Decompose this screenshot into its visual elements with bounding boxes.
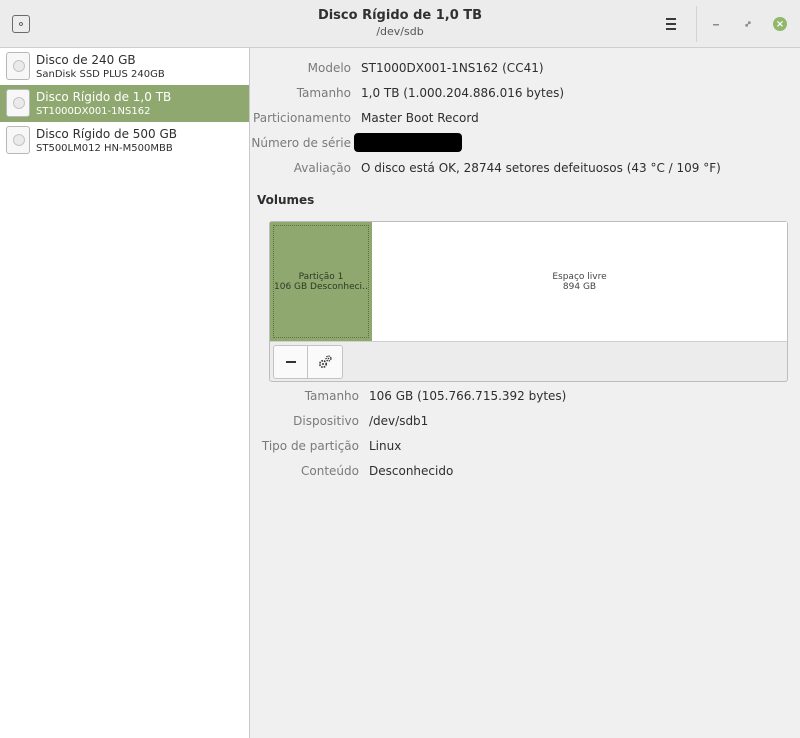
- serial-label: Número de série: [251, 136, 351, 150]
- remove-partition-button[interactable]: [273, 345, 308, 379]
- title-area: Disco Rígido de 1,0 TB /dev/sdb: [250, 8, 550, 38]
- disk-list: Disco de 240 GB SanDisk SSD PLUS 240GB D…: [0, 48, 250, 738]
- partition-type-label: Tipo de partição: [261, 439, 359, 453]
- disk-drive-icon: [6, 89, 30, 117]
- minimize-icon: [713, 24, 719, 26]
- partition-name: Partição 1: [298, 271, 344, 282]
- header-separator: [696, 6, 697, 42]
- close-button[interactable]: ×: [772, 16, 788, 32]
- assessment-value: O disco está OK, 28744 setores defeituos…: [361, 161, 721, 175]
- partition-size-value: 106 GB (105.766.715.392 bytes): [369, 389, 567, 403]
- device-value: /dev/sdb1: [369, 414, 429, 428]
- free-space-size: 894 GB: [562, 281, 597, 292]
- header-bar: ⚬ Disco Rígido de 1,0 TB /dev/sdb ×: [0, 0, 800, 48]
- gears-icon: [318, 355, 332, 369]
- size-value: 1,0 TB (1.000.204.886.016 bytes): [361, 86, 565, 100]
- menu-button[interactable]: [660, 14, 682, 34]
- maximize-button[interactable]: [740, 16, 756, 32]
- disk-item-1tb[interactable]: Disco Rígido de 1,0 TB ST1000DX001-1NS16…: [0, 85, 249, 122]
- minus-icon: [285, 361, 296, 363]
- hamburger-icon: [666, 18, 676, 20]
- disk-drive-icon: [6, 52, 30, 80]
- size-label: Tamanho: [296, 86, 351, 100]
- volume-map: Partição 1 106 GB Desconheci… Espaço liv…: [269, 221, 788, 382]
- device-label: Dispositivo: [293, 414, 359, 428]
- disk-name: Disco Rígido de 1,0 TB: [36, 90, 172, 104]
- disks-app-icon[interactable]: ⚬: [12, 15, 30, 33]
- partitioning-value: Master Boot Record: [361, 111, 479, 125]
- free-space-name: Espaço livre: [552, 271, 607, 282]
- partition-1-block[interactable]: Partição 1 106 GB Desconheci…: [270, 222, 372, 341]
- minimize-button[interactable]: [708, 16, 724, 32]
- window-title: Disco Rígido de 1,0 TB: [317, 8, 483, 23]
- free-space-block[interactable]: Espaço livre 894 GB: [372, 222, 787, 341]
- partition-settings-button[interactable]: [308, 345, 343, 379]
- close-icon: ×: [773, 17, 787, 31]
- disk-drive-icon: [6, 126, 30, 154]
- disk-name: Disco de 240 GB: [36, 53, 136, 67]
- partition-desc: 106 GB Desconheci…: [274, 281, 368, 292]
- model-label: Modelo: [307, 61, 351, 75]
- disk-name: Disco Rígido de 500 GB: [36, 127, 178, 141]
- assessment-label: Avaliação: [293, 161, 351, 175]
- volume-graph: Partição 1 106 GB Desconheci… Espaço liv…: [270, 222, 787, 342]
- disk-model: ST1000DX001-1NS162: [36, 106, 151, 117]
- partition-type-value: Linux: [369, 439, 402, 453]
- model-value: ST1000DX001-1NS162 (CC41): [361, 61, 544, 75]
- partition-size-label: Tamanho: [304, 389, 359, 403]
- volume-toolbar: [273, 345, 343, 379]
- window-subtitle: /dev/sdb: [376, 25, 424, 38]
- disk-item-500gb[interactable]: Disco Rígido de 500 GB ST500LM012 HN-M50…: [0, 122, 249, 159]
- content-label: Conteúdo: [301, 464, 359, 478]
- volumes-heading: Volumes: [257, 193, 315, 207]
- disk-item-240gb[interactable]: Disco de 240 GB SanDisk SSD PLUS 240GB: [0, 48, 249, 85]
- content-value: Desconhecido: [369, 464, 454, 478]
- disk-model: ST500LM012 HN-M500MBB: [36, 143, 173, 154]
- maximize-icon: [745, 21, 751, 27]
- serial-redaction: [354, 133, 462, 152]
- disk-model: SanDisk SSD PLUS 240GB: [36, 69, 165, 80]
- partitioning-label: Particionamento: [253, 111, 351, 125]
